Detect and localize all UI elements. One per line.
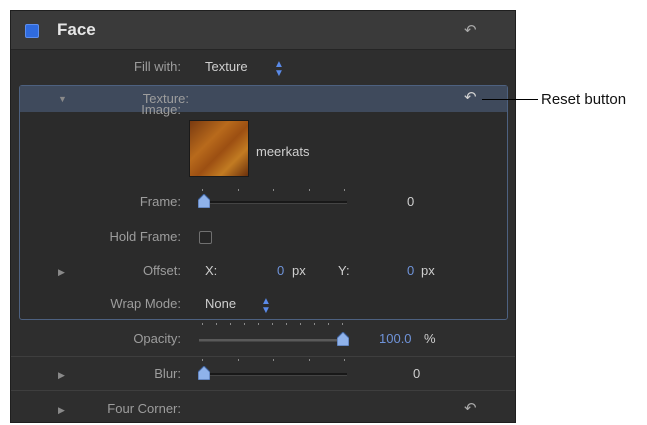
fill-with-row: Fill with: Texture ▲ ▼	[11, 55, 515, 79]
opacity-tick	[230, 323, 231, 325]
blur-slider-knob[interactable]	[198, 366, 210, 380]
frame-value[interactable]: 0	[407, 194, 414, 209]
opacity-value[interactable]: 100.0	[379, 331, 412, 346]
wrap-mode-popup[interactable]: None	[205, 296, 236, 311]
hold-frame-label: Hold Frame:	[109, 229, 181, 244]
fill-with-popup[interactable]: Texture	[205, 59, 248, 74]
frame-tick	[309, 189, 310, 191]
opacity-tick	[300, 323, 301, 325]
blur-label: Blur:	[154, 366, 181, 381]
opacity-label: Opacity:	[133, 331, 181, 346]
frame-tick	[273, 189, 274, 191]
blur-slider-track[interactable]	[199, 373, 347, 376]
four-corner-reset-icon[interactable]: ↶	[464, 401, 477, 416]
blur-tick	[238, 359, 239, 361]
opacity-tick	[202, 323, 203, 325]
four-corner-disclosure-triangle-icon[interactable]: ▶	[58, 405, 65, 416]
opacity-tick	[314, 323, 315, 325]
wrap-mode-label: Wrap Mode:	[110, 296, 181, 311]
blur-tick	[202, 359, 203, 361]
opacity-slider-track[interactable]	[199, 339, 347, 342]
reset-button-callout-line	[482, 99, 538, 100]
offset-x-label: X:	[205, 263, 218, 278]
frame-tick	[202, 189, 203, 191]
blur-tick	[273, 359, 274, 361]
offset-label: Offset:	[142, 263, 181, 278]
offset-x-value[interactable]: 0	[277, 263, 284, 278]
texture-reset-icon[interactable]: ↶	[464, 90, 477, 105]
opacity-slider-knob[interactable]	[337, 332, 349, 346]
face-reset-icon[interactable]: ↶	[464, 23, 477, 38]
blur-tick	[344, 359, 345, 361]
fill-with-stepper-icon[interactable]: ▲ ▼	[274, 60, 284, 79]
frame-tick	[238, 189, 239, 191]
fill-with-label: Fill with:	[134, 59, 181, 74]
image-label: Image:	[141, 102, 181, 117]
opacity-tick	[272, 323, 273, 325]
face-enable-checkbox[interactable]	[25, 24, 39, 38]
image-thumbnail[interactable]	[189, 120, 249, 177]
face-header: Face ↶	[11, 11, 515, 50]
opacity-tick	[286, 323, 287, 325]
opacity-tick	[244, 323, 245, 325]
blur-tick	[309, 359, 310, 361]
four-corner-label: Four Corner:	[107, 401, 181, 416]
frame-slider-knob[interactable]	[198, 194, 210, 208]
offset-y-unit: px	[421, 263, 435, 278]
divider	[11, 390, 515, 391]
offset-disclosure-triangle-icon[interactable]: ▶	[58, 267, 65, 278]
blur-value[interactable]: 0	[413, 366, 420, 381]
opacity-tick	[216, 323, 217, 325]
face-title: Face	[57, 20, 96, 39]
reset-button-callout: Reset button	[541, 91, 627, 108]
opacity-unit: %	[424, 331, 436, 346]
texture-disclosure-triangle-icon[interactable]: ▼	[58, 94, 67, 104]
offset-x-unit: px	[292, 263, 306, 278]
image-name: meerkats	[256, 144, 310, 159]
offset-y-label: Y:	[338, 263, 350, 278]
offset-y-value[interactable]: 0	[407, 263, 414, 278]
frame-label: Frame:	[139, 194, 181, 209]
opacity-tick	[328, 323, 329, 325]
opacity-tick	[258, 323, 259, 325]
divider	[11, 356, 515, 357]
frame-tick	[344, 189, 345, 191]
frame-slider-track[interactable]	[199, 201, 347, 204]
blur-disclosure-triangle-icon[interactable]: ▶	[58, 370, 65, 381]
face-inspector-panel: Face ↶ Fill with: Texture ▲ ▼ ▼ Texture: …	[10, 10, 516, 423]
texture-header-row: ▼ Texture: ↶	[20, 86, 507, 112]
wrap-mode-stepper-icon[interactable]: ▲ ▼	[261, 297, 271, 316]
hold-frame-checkbox[interactable]	[199, 231, 212, 244]
opacity-tick	[342, 323, 343, 325]
